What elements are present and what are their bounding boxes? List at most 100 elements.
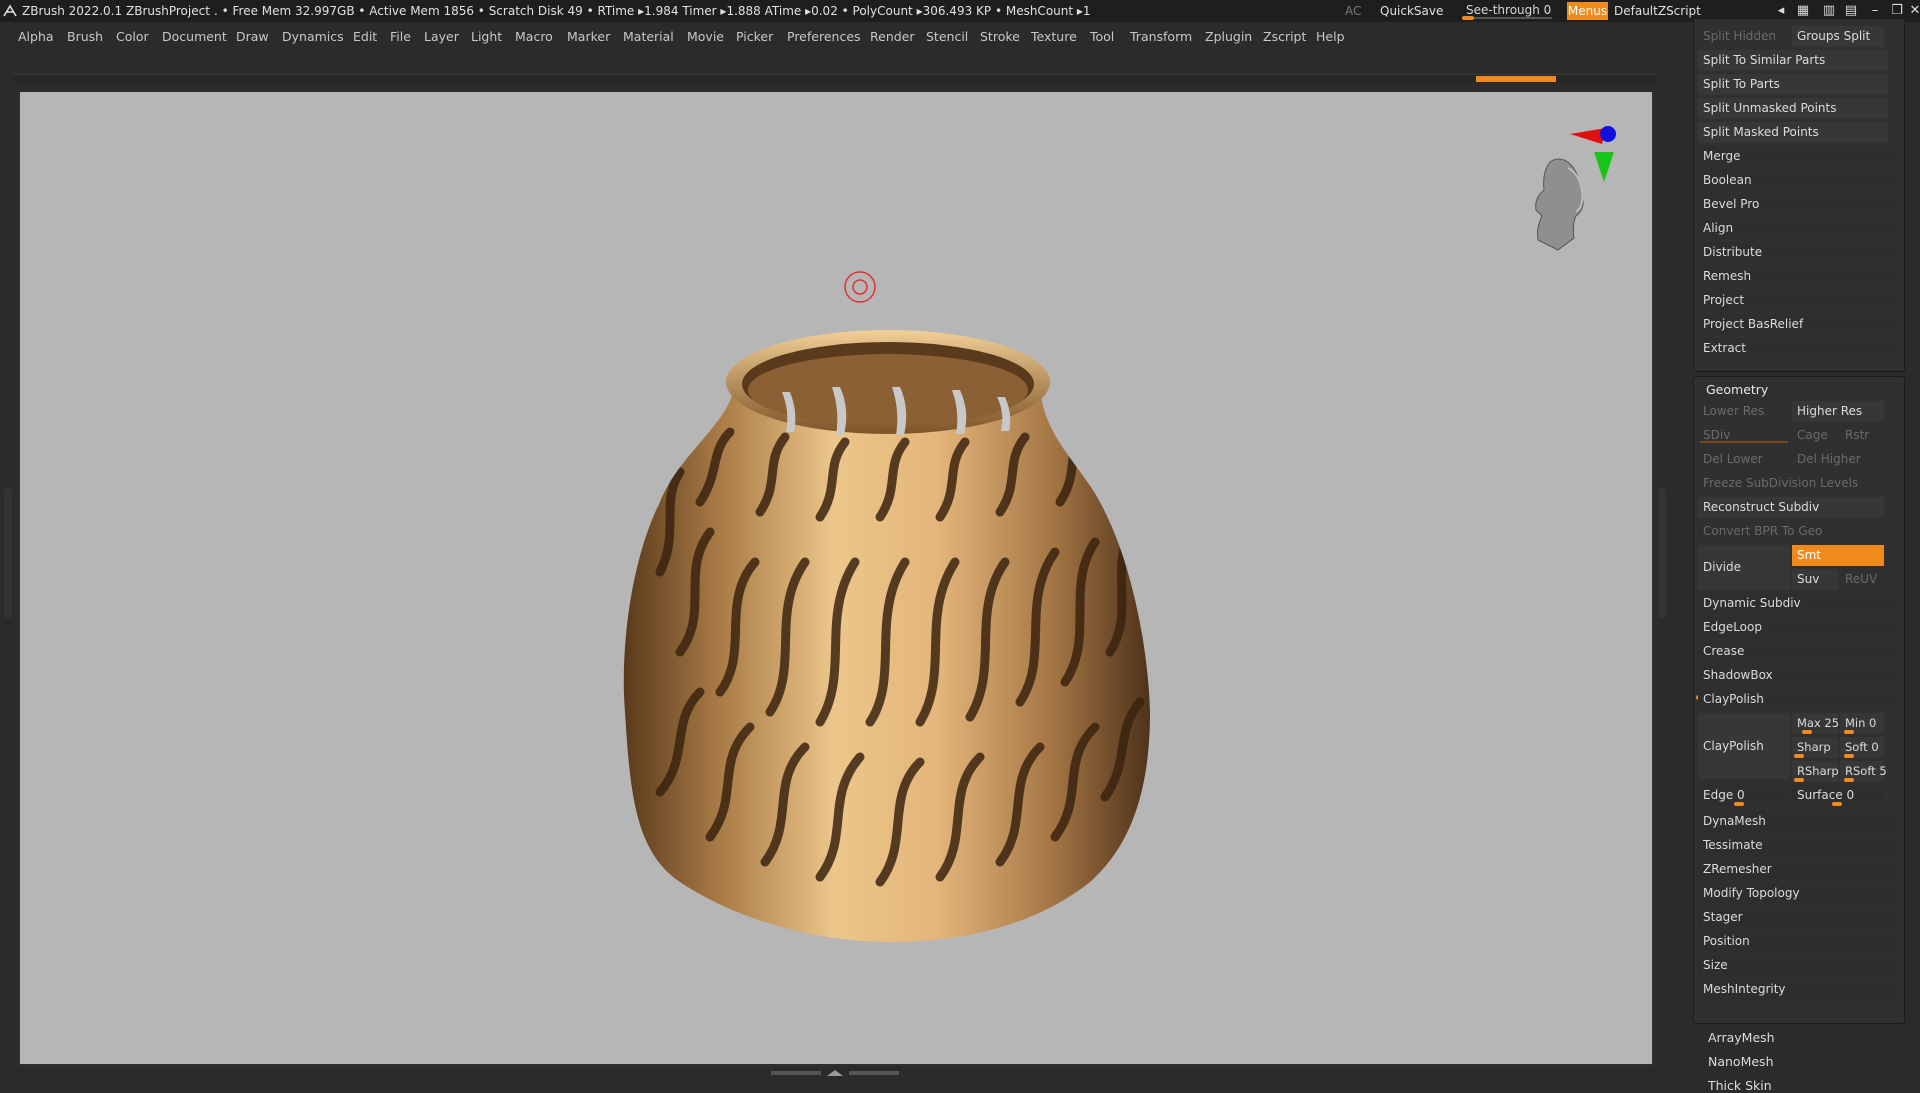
del-lower-button[interactable]: Del Lower xyxy=(1698,449,1790,470)
boolean-menu[interactable]: Boolean xyxy=(1698,170,1898,191)
left-tray-handle[interactable] xyxy=(4,488,12,618)
suv-toggle[interactable]: Suv xyxy=(1792,569,1838,590)
menus-button[interactable]: Menus xyxy=(1567,2,1608,20)
menu-help[interactable]: Help xyxy=(1314,26,1347,48)
split-hidden-button[interactable]: Split Hidden xyxy=(1698,26,1790,47)
sdiv-track xyxy=(1700,441,1788,443)
menu-alpha[interactable]: Alpha xyxy=(16,26,56,48)
progress-strip xyxy=(14,74,1656,83)
max-slider-knob[interactable] xyxy=(1802,730,1812,734)
sharp-slider-knob[interactable] xyxy=(1794,754,1804,758)
menu-zplugin[interactable]: Zplugin xyxy=(1203,26,1254,48)
meshintegrity-menu[interactable]: MeshIntegrity xyxy=(1698,979,1898,1000)
project-menu[interactable]: Project xyxy=(1698,290,1898,311)
menu-dynamics[interactable]: Dynamics xyxy=(280,26,346,48)
menu-stroke[interactable]: Stroke xyxy=(978,26,1022,48)
min-slider-knob[interactable] xyxy=(1844,730,1854,734)
menu-edit[interactable]: Edit xyxy=(351,26,379,48)
split-unmasked-points-button[interactable]: Split Unmasked Points xyxy=(1698,98,1888,119)
brush-cursor-icon xyxy=(844,271,876,303)
menu-transform[interactable]: Transform xyxy=(1128,26,1194,48)
menu-document[interactable]: Document xyxy=(160,26,229,48)
see-through-track xyxy=(1462,17,1552,19)
higher-res-button[interactable]: Higher Res xyxy=(1792,401,1884,422)
menu-stencil[interactable]: Stencil xyxy=(924,26,970,48)
quicksave-button[interactable]: QuickSave xyxy=(1380,0,1443,22)
split-masked-points-button[interactable]: Split Masked Points xyxy=(1698,122,1888,143)
reuv-button[interactable]: ReUV xyxy=(1840,569,1884,590)
menu-light[interactable]: Light xyxy=(469,26,504,48)
menu-brush[interactable]: Brush xyxy=(65,26,105,48)
bevel-pro-menu[interactable]: Bevel Pro xyxy=(1698,194,1898,215)
lower-res-button[interactable]: Lower Res xyxy=(1698,401,1790,422)
modify-topology-menu[interactable]: Modify Topology xyxy=(1698,883,1898,904)
canvas-viewport[interactable] xyxy=(18,90,1654,1066)
extract-menu[interactable]: Extract xyxy=(1698,338,1898,359)
menu-draw[interactable]: Draw xyxy=(234,26,271,48)
app-version: ZBrush 2022.0.1 xyxy=(22,4,123,18)
menu-preferences[interactable]: Preferences xyxy=(785,26,863,48)
arraymesh-menu[interactable]: ArrayMesh xyxy=(1708,1030,1775,1045)
default-zscript-button[interactable]: DefaultZScript xyxy=(1614,0,1701,22)
menu-picker[interactable]: Picker xyxy=(734,26,775,48)
merge-menu[interactable]: Merge xyxy=(1698,146,1898,167)
align-menu[interactable]: Align xyxy=(1698,218,1898,239)
see-through-slider[interactable]: See-through 0 xyxy=(1460,1,1554,21)
menu-texture[interactable]: Texture xyxy=(1029,26,1079,48)
menu-render[interactable]: Render xyxy=(868,26,917,48)
menu-tool[interactable]: Tool xyxy=(1088,26,1116,48)
split-to-parts-button[interactable]: Split To Parts xyxy=(1698,74,1888,95)
claypolish-button[interactable]: ClayPolish xyxy=(1698,713,1790,779)
rstr-button[interactable]: Rstr xyxy=(1840,425,1884,446)
size-menu[interactable]: Size xyxy=(1698,955,1898,976)
divide-button[interactable]: Divide xyxy=(1698,545,1790,590)
shadowbox-menu[interactable]: ShadowBox xyxy=(1698,665,1898,686)
rsoft-slider-knob[interactable] xyxy=(1844,778,1854,782)
position-menu[interactable]: Position xyxy=(1698,931,1898,952)
cage-button[interactable]: Cage xyxy=(1792,425,1838,446)
stager-menu[interactable]: Stager xyxy=(1698,907,1898,928)
split-to-similar-parts-button[interactable]: Split To Similar Parts xyxy=(1698,50,1888,71)
menu-marker[interactable]: Marker xyxy=(565,26,612,48)
menu-zscript[interactable]: Zscript xyxy=(1261,26,1308,48)
reconstruct-subdiv-button[interactable]: Reconstruct Subdiv xyxy=(1698,497,1884,518)
claypolish-menu[interactable]: ClayPolish xyxy=(1698,689,1898,710)
geometry-header[interactable]: Geometry xyxy=(1706,382,1768,397)
del-higher-button[interactable]: Del Higher xyxy=(1792,449,1884,470)
edgeloop-menu[interactable]: EdgeLoop xyxy=(1698,617,1898,638)
menu-file[interactable]: File xyxy=(388,26,413,48)
thick-skin-menu[interactable]: Thick Skin xyxy=(1708,1078,1772,1093)
project-name[interactable]: ZBrushProject xyxy=(126,0,210,22)
groups-split-button[interactable]: Groups Split xyxy=(1792,26,1884,47)
rsharp-slider-knob[interactable] xyxy=(1794,778,1804,782)
freeze-subdivision-button[interactable]: Freeze SubDivision Levels xyxy=(1698,473,1884,494)
bottom-tray-handle[interactable] xyxy=(771,1069,899,1077)
ac-toggle[interactable]: AC xyxy=(1345,0,1361,22)
menu-movie[interactable]: Movie xyxy=(685,26,726,48)
menu-macro[interactable]: Macro xyxy=(513,26,555,48)
edge-slider[interactable]: Edge 0 xyxy=(1698,785,1790,806)
tessimate-menu[interactable]: Tessimate xyxy=(1698,835,1898,856)
distribute-menu[interactable]: Distribute xyxy=(1698,242,1898,263)
dynamesh-menu[interactable]: DynaMesh xyxy=(1698,811,1898,832)
menu-color[interactable]: Color xyxy=(114,26,151,48)
zremesher-menu[interactable]: ZRemesher xyxy=(1698,859,1898,880)
dynamic-subdiv-menu[interactable]: Dynamic Subdiv xyxy=(1698,593,1898,614)
close-icon[interactable]: ✕ xyxy=(1904,0,1920,22)
smt-toggle[interactable]: Smt xyxy=(1792,545,1884,566)
soft-slider-knob[interactable] xyxy=(1844,754,1854,758)
nanomesh-menu[interactable]: NanoMesh xyxy=(1708,1054,1774,1069)
orientation-gizmo-icon[interactable] xyxy=(1510,122,1620,262)
see-through-knob[interactable] xyxy=(1462,16,1474,20)
max-slider[interactable]: Max 25 xyxy=(1792,713,1839,734)
menu-material[interactable]: Material xyxy=(621,26,676,48)
right-tray-handle[interactable] xyxy=(1658,488,1666,618)
surface-slider-knob[interactable] xyxy=(1832,802,1842,806)
remesh-menu[interactable]: Remesh xyxy=(1698,266,1898,287)
vase-model[interactable] xyxy=(20,92,1652,1064)
crease-menu[interactable]: Crease xyxy=(1698,641,1898,662)
project-basrelief-menu[interactable]: Project BasRelief xyxy=(1698,314,1898,335)
edge-slider-knob[interactable] xyxy=(1734,802,1744,806)
convert-bpr-button[interactable]: Convert BPR To Geo xyxy=(1698,521,1884,542)
menu-layer[interactable]: Layer xyxy=(422,26,461,48)
